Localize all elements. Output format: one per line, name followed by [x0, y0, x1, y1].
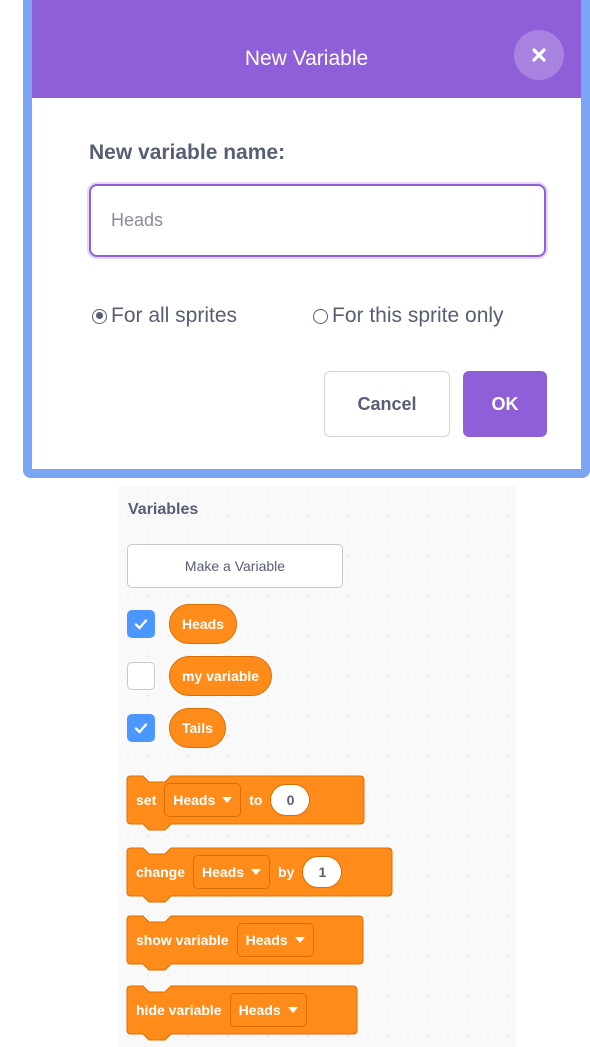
scope-all-sprites-label: For all sprites	[111, 304, 238, 327]
new-variable-dialog: New Variable New variable name: Heads Fo…	[23, 0, 590, 478]
variable-row-my-variable: my variable	[127, 656, 273, 696]
chevron-down-icon	[294, 937, 305, 943]
chevron-down-icon	[251, 869, 262, 875]
hide-variable-block[interactable]: hide variable Heads	[126, 985, 358, 1044]
show-block-label: show variable	[136, 932, 229, 948]
change-variable-block[interactable]: change Heads by 1	[126, 847, 393, 906]
dialog-header: New Variable	[32, 0, 581, 98]
radio-unselected-icon	[313, 308, 328, 324]
radio-selected-icon	[92, 308, 107, 324]
change-block-content: change Heads by 1	[127, 848, 343, 896]
chevron-down-icon	[222, 797, 233, 803]
variable-checkbox-heads[interactable]	[127, 610, 155, 638]
scope-all-sprites-radio[interactable]: For all sprites	[92, 304, 237, 328]
set-value-input[interactable]: 0	[270, 784, 311, 816]
set-variable-block[interactable]: set Heads to 0	[126, 775, 365, 834]
make-a-variable-button[interactable]: Make a Variable	[127, 544, 343, 588]
hide-block-label: hide variable	[136, 1002, 222, 1018]
set-dropdown-value: Heads	[173, 792, 216, 808]
palette-title: Variables	[128, 501, 199, 518]
scope-this-sprite-radio[interactable]: For this sprite only	[313, 304, 504, 328]
checkmark-icon	[134, 723, 148, 734]
variable-checkbox-my-variable[interactable]	[127, 662, 155, 690]
set-block-joiner: to	[249, 792, 263, 808]
checkmark-icon	[134, 619, 148, 630]
variable-name-label: New variable name:	[89, 141, 286, 164]
show-variable-block[interactable]: show variable Heads	[126, 915, 364, 974]
show-variable-dropdown[interactable]: Heads	[236, 923, 314, 957]
variable-name-input[interactable]: Heads	[89, 184, 546, 257]
dialog-title: New Variable	[244, 47, 369, 70]
change-value-input[interactable]: 1	[302, 856, 343, 888]
variable-reporter-my-variable[interactable]: my variable	[169, 656, 273, 696]
show-dropdown-value: Heads	[245, 932, 288, 948]
dialog-body: New variable name: Heads For all sprites…	[32, 98, 581, 469]
ok-button[interactable]: OK	[463, 371, 547, 437]
change-dropdown-value: Heads	[202, 864, 245, 880]
hide-variable-dropdown[interactable]: Heads	[229, 993, 307, 1027]
variable-reporter-heads[interactable]: Heads	[169, 604, 238, 644]
variable-row-tails: Tails	[127, 708, 226, 748]
hide-dropdown-value: Heads	[238, 1002, 281, 1018]
change-block-joiner: by	[278, 864, 295, 880]
set-block-label: set	[136, 792, 157, 808]
variable-checkbox-tails[interactable]	[127, 714, 155, 742]
variable-reporter-tails[interactable]: Tails	[169, 708, 226, 748]
set-block-content: set Heads to 0	[127, 776, 311, 824]
hide-block-content: hide variable Heads	[127, 986, 315, 1034]
variable-row-heads: Heads	[127, 604, 238, 644]
close-icon	[532, 48, 546, 62]
close-button[interactable]	[514, 30, 564, 80]
change-variable-dropdown[interactable]: Heads	[193, 855, 271, 889]
cancel-button[interactable]: Cancel	[324, 371, 450, 437]
variables-palette: Variables Make a Variable Heads my varia…	[118, 486, 516, 1047]
change-block-label: change	[136, 864, 186, 880]
scope-this-sprite-label: For this sprite only	[332, 304, 504, 327]
show-block-content: show variable Heads	[127, 916, 322, 964]
set-variable-dropdown[interactable]: Heads	[164, 783, 242, 817]
chevron-down-icon	[287, 1007, 298, 1013]
